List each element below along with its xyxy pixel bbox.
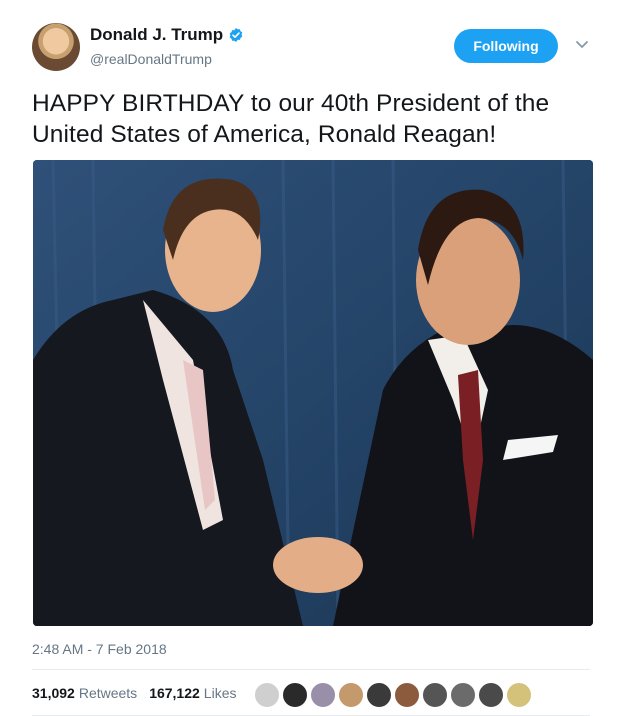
liker-avatar[interactable] [450, 682, 476, 708]
liker-avatar[interactable] [422, 682, 448, 708]
like-count[interactable]: 167,122 [149, 685, 200, 701]
following-button[interactable]: Following [454, 29, 558, 63]
author-handle[interactable]: @realDonaldTrump [90, 51, 212, 67]
author-row: Donald J. Trump [90, 25, 244, 45]
retweet-label[interactable]: Retweets [79, 685, 137, 701]
liker-avatar[interactable] [478, 682, 504, 708]
author-name[interactable]: Donald J. Trump [90, 25, 223, 45]
liker-avatar[interactable] [310, 682, 336, 708]
tweet-photo[interactable] [33, 160, 593, 626]
tweet-text: HAPPY BIRTHDAY to our 40th President of … [32, 90, 550, 148]
liker-avatar[interactable] [282, 682, 308, 708]
liker-avatar[interactable] [338, 682, 364, 708]
tweet-stats: 31,092 Retweets 167,122 Likes [32, 685, 236, 701]
like-label[interactable]: Likes [204, 685, 237, 701]
retweet-count[interactable]: 31,092 [32, 685, 75, 701]
tweet-timestamp[interactable]: 2:48 AM - 7 Feb 2018 [32, 641, 167, 657]
liker-avatar[interactable] [506, 682, 532, 708]
liker-avatar[interactable] [254, 682, 280, 708]
verified-badge-icon [229, 28, 243, 42]
avatar[interactable] [32, 23, 80, 71]
divider [32, 669, 590, 670]
liker-avatar[interactable] [394, 682, 420, 708]
chevron-down-icon[interactable] [575, 40, 589, 50]
liker-avatars [254, 682, 534, 708]
liker-avatar[interactable] [366, 682, 392, 708]
